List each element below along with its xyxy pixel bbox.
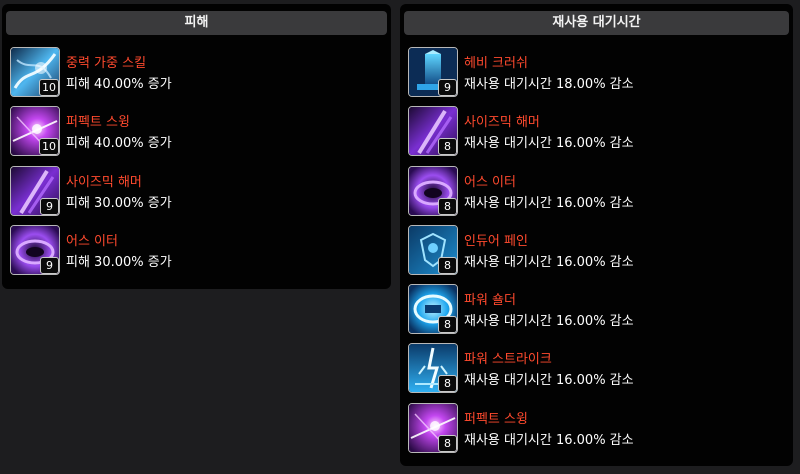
- skill-name: 어스 이터: [66, 233, 118, 249]
- seismic-hammer-icon: 8: [408, 106, 458, 157]
- skill-level-badge: 9: [40, 256, 59, 274]
- skill-effect: 재사용 대기시간 16.00% 감소: [464, 432, 634, 448]
- skill-level-badge: 8: [438, 138, 457, 156]
- skill-level-badge: 8: [438, 375, 457, 393]
- skill-level-badge: 10: [39, 79, 59, 96]
- skill-name: 퍼펙트 스윙: [66, 115, 130, 131]
- skill-effect: 재사용 대기시간 16.00% 감소: [464, 136, 634, 152]
- skill-name: 중력 가중 스킬: [66, 56, 147, 71]
- skill-name: 퍼펙트 스윙: [464, 411, 528, 427]
- cooldown-panel-title: 재사용 대기시간: [404, 11, 789, 35]
- perfect-swing-icon: 8: [408, 402, 458, 453]
- skill-name: 사이즈믹 해머: [66, 174, 142, 190]
- seismic-hammer-icon: 9: [10, 165, 60, 216]
- skill-effect: 재사용 대기시간 16.00% 감소: [464, 314, 634, 330]
- perfect-swing-icon: 10: [10, 106, 60, 157]
- heavy-crush-icon: 9: [408, 47, 458, 97]
- skill-level-badge: 8: [438, 256, 457, 274]
- power-shoulder-icon: 8: [408, 284, 458, 335]
- endure-pain-icon: 8: [408, 224, 458, 275]
- skill-level-badge: 9: [438, 79, 457, 96]
- skill-effect: 피해 30.00% 증가: [66, 254, 172, 270]
- gravity-skill-icon: 10: [10, 47, 60, 97]
- skill-level-badge: 8: [438, 316, 457, 334]
- skill-name: 파워 스트라이크: [464, 352, 552, 368]
- skill-level-badge: 10: [39, 138, 59, 156]
- skill-name: 사이즈믹 해머: [464, 115, 540, 131]
- skill-name: 어스 이터: [464, 174, 516, 190]
- damage-panel: 피해 10 중력 가중 스킬 피해 40.00% 증가 10 퍼펙트 스윙 피해…: [2, 4, 391, 289]
- skill-effect: 재사용 대기시간 16.00% 감소: [464, 195, 634, 211]
- damage-panel-title: 피해: [6, 11, 387, 35]
- skill-level-badge: 9: [40, 197, 59, 215]
- skill-effect: 피해 40.00% 증가: [66, 136, 172, 152]
- skill-name: 파워 숄더: [464, 293, 516, 309]
- skill-effect: 재사용 대기시간 16.00% 감소: [464, 254, 634, 270]
- cooldown-panel: 재사용 대기시간 9 헤비 크러쉬 재사용 대기시간 18.00% 감소 8 사…: [400, 4, 793, 466]
- skill-name: 헤비 크러쉬: [464, 56, 528, 71]
- earth-eater-icon: 8: [408, 165, 458, 216]
- skill-effect: 재사용 대기시간 16.00% 감소: [464, 373, 634, 389]
- skill-effect: 재사용 대기시간 18.00% 감소: [464, 77, 634, 92]
- skill-effect: 피해 30.00% 증가: [66, 195, 172, 211]
- skill-effect: 피해 40.00% 증가: [66, 77, 172, 92]
- skill-level-badge: 8: [438, 434, 457, 452]
- earth-eater-icon: 9: [10, 224, 60, 275]
- skill-name: 인듀어 페인: [464, 233, 528, 249]
- power-strike-icon: 8: [408, 343, 458, 394]
- skill-level-badge: 8: [438, 197, 457, 215]
